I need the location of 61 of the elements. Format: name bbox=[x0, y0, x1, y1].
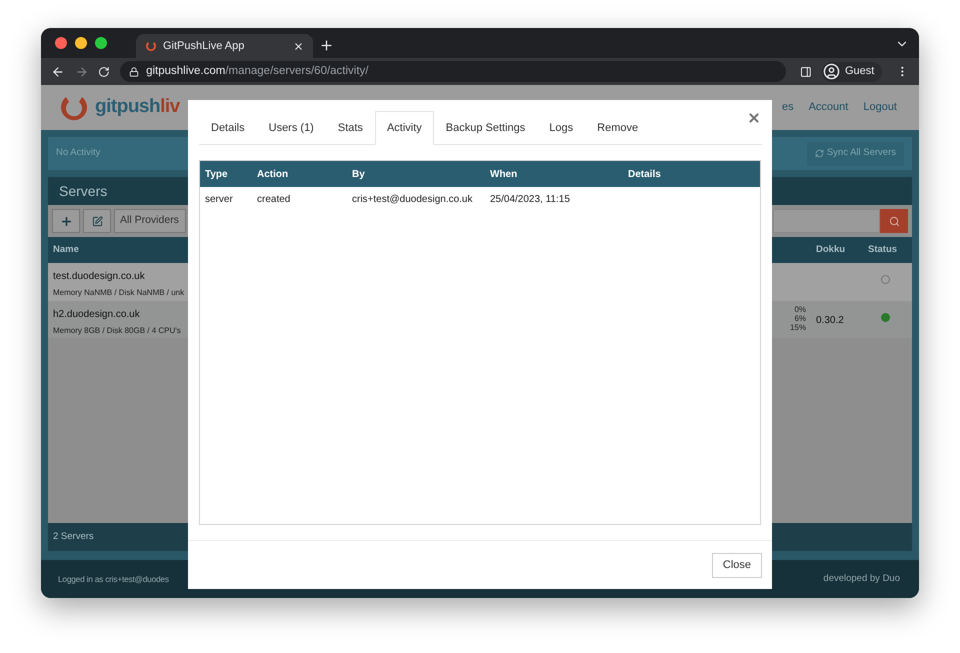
add-button[interactable] bbox=[52, 209, 80, 233]
column-header: By bbox=[352, 168, 366, 182]
table-cell-text: server bbox=[205, 193, 234, 207]
modal-tab[interactable]: Backup Settings bbox=[434, 111, 538, 145]
table-cell-text: created bbox=[257, 193, 292, 207]
server-specs: Memory NaNMB / Disk NaNMB / unk bbox=[53, 287, 184, 299]
column-header: Status bbox=[868, 242, 898, 257]
modal-tab[interactable]: Logs bbox=[537, 111, 586, 145]
modal-tab[interactable]: Details bbox=[199, 111, 257, 145]
profile-icon bbox=[822, 63, 840, 80]
url-text: gitpushlive.com/manage/servers/60/activity/ bbox=[146, 64, 368, 79]
forward-icon[interactable] bbox=[74, 64, 88, 78]
close-tab-icon[interactable] bbox=[293, 40, 304, 52]
modal-tab[interactable]: Remove bbox=[585, 111, 650, 145]
profile-button[interactable]: Guest bbox=[822, 62, 882, 82]
close-icon[interactable] bbox=[747, 111, 761, 125]
usage-value: 6% bbox=[794, 314, 806, 322]
logged-in-text: Logged in as cris+test@duodes bbox=[58, 572, 169, 586]
close-button[interactable]: Close bbox=[712, 552, 762, 578]
server-name[interactable]: h2.duodesign.co.uk bbox=[53, 306, 181, 322]
table-cell-text: cris+test@duodesign.co.uk bbox=[352, 193, 474, 207]
back-icon[interactable] bbox=[51, 64, 65, 78]
usage-value: 15% bbox=[790, 322, 806, 332]
side-panel-icon[interactable] bbox=[800, 66, 812, 78]
address-field[interactable]: gitpushlive.com/manage/servers/60/activity/ bbox=[120, 61, 786, 82]
server-count: 2 Servers bbox=[53, 530, 94, 544]
new-tab-icon[interactable] bbox=[319, 38, 334, 53]
column-header: Dokku bbox=[816, 242, 846, 257]
maximize-window-button[interactable] bbox=[95, 37, 107, 49]
usage-value: 0% bbox=[794, 304, 806, 314]
provider-select[interactable]: All Providers bbox=[114, 209, 186, 233]
search-icon bbox=[888, 216, 900, 226]
dokku-version: 0.30.2 bbox=[816, 314, 844, 326]
credit-text: developed by Duo bbox=[823, 572, 900, 586]
browser-tab[interactable]: GitPushLive App bbox=[136, 34, 313, 58]
notice-text: No Activity bbox=[56, 146, 100, 160]
minimize-window-button[interactable] bbox=[75, 37, 87, 49]
close-window-button[interactable] bbox=[55, 37, 67, 49]
modal-tab[interactable]: Stats bbox=[326, 111, 375, 145]
server-specs: Memory 8GB / Disk 80GB / 4 CPU's bbox=[53, 324, 181, 336]
refresh-icon bbox=[814, 149, 824, 158]
reload-icon[interactable] bbox=[98, 66, 110, 78]
lock-icon bbox=[129, 66, 140, 76]
plus-icon bbox=[60, 214, 72, 228]
edit-button[interactable] bbox=[83, 209, 111, 233]
logo-text: gitpushliv bbox=[95, 95, 180, 120]
column-header: Type bbox=[205, 168, 229, 182]
column-header: Details bbox=[628, 168, 662, 182]
edit-icon bbox=[92, 216, 102, 226]
tab-title: GitPushLive App bbox=[163, 38, 246, 54]
app-logo-icon bbox=[145, 40, 157, 52]
column-header: Action bbox=[257, 168, 290, 182]
column-header: Name bbox=[53, 242, 79, 257]
table-cell-text: 25/04/2023, 11:15 bbox=[490, 193, 571, 207]
server-name[interactable]: test.duodesign.co.uk bbox=[53, 269, 184, 284]
modal-tab[interactable]: Users (1) bbox=[256, 111, 326, 145]
panel-title: Servers bbox=[59, 182, 108, 200]
search-button[interactable] bbox=[880, 209, 908, 233]
search-field[interactable] bbox=[773, 209, 880, 233]
column-header: When bbox=[490, 168, 518, 182]
modal-tab[interactable]: Activity bbox=[374, 111, 434, 145]
